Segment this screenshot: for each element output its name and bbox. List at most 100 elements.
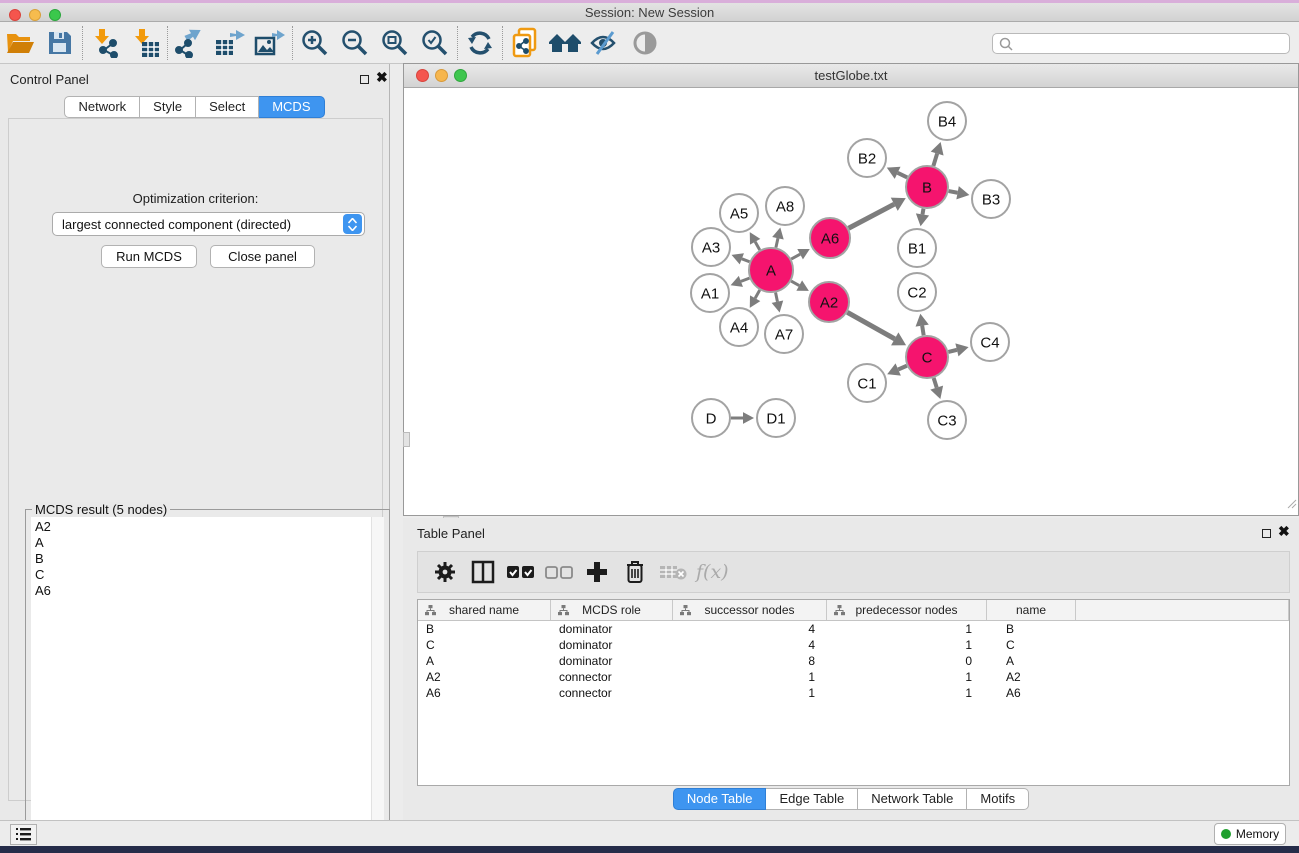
- edge-A2-C[interactable]: [847, 312, 894, 339]
- edge-C-C1[interactable]: [898, 366, 907, 370]
- import-network-icon[interactable]: [85, 25, 125, 61]
- table-row[interactable]: A6connector11A6: [418, 685, 1289, 701]
- tab-motifs[interactable]: Motifs: [967, 788, 1029, 810]
- memory-button[interactable]: Memory: [1214, 823, 1286, 845]
- edge-arrowhead: [743, 412, 754, 424]
- edge-B-B1[interactable]: [923, 209, 924, 215]
- deselect-all-icon[interactable]: [540, 555, 578, 589]
- minimize-network-window-button[interactable]: [435, 69, 448, 82]
- result-list-scrollbar[interactable]: [371, 517, 384, 846]
- edge-A-A7[interactable]: [776, 293, 778, 302]
- column-header-successor-nodes[interactable]: successor nodes: [673, 600, 827, 620]
- edge-C-C2[interactable]: [922, 326, 923, 336]
- hide-selected-icon[interactable]: [585, 25, 625, 61]
- edge-A-A8[interactable]: [776, 238, 778, 247]
- result-item[interactable]: C: [35, 567, 384, 583]
- tab-select[interactable]: Select: [196, 96, 259, 118]
- close-window-button[interactable]: [9, 9, 21, 21]
- result-item[interactable]: A: [35, 535, 384, 551]
- float-panel-icon[interactable]: [360, 75, 369, 84]
- edge-A-A2[interactable]: [791, 281, 799, 285]
- tab-mcds[interactable]: MCDS: [259, 96, 324, 118]
- show-panels-button[interactable]: [10, 824, 37, 845]
- run-mcds-button[interactable]: Run MCDS: [101, 245, 197, 268]
- table-row[interactable]: Cdominator41C: [418, 637, 1289, 653]
- search-input[interactable]: [1014, 37, 1289, 51]
- criterion-dropdown[interactable]: largest connected component (directed): [52, 212, 365, 236]
- network-window-titlebar[interactable]: testGlobe.txt: [404, 64, 1298, 88]
- edge-A-A4[interactable]: [755, 290, 760, 298]
- close-panel-button[interactable]: Close panel: [210, 245, 315, 268]
- show-columns-icon[interactable]: [464, 555, 502, 589]
- tab-network[interactable]: Network: [64, 96, 140, 118]
- close-table-panel-icon[interactable]: ✖: [1278, 523, 1290, 540]
- delete-column-icon[interactable]: [616, 555, 654, 589]
- zoom-network-window-button[interactable]: [454, 69, 467, 82]
- column-header-MCDS-role[interactable]: MCDS role: [551, 600, 673, 620]
- node-table[interactable]: shared nameMCDS rolesuccessor nodesprede…: [417, 599, 1290, 786]
- column-header-predecessor-nodes[interactable]: predecessor nodes: [827, 600, 987, 620]
- node-label-C4: C4: [980, 334, 999, 351]
- edge-C-C3[interactable]: [934, 378, 937, 388]
- optimization-criterion-label: Optimization criterion:: [9, 191, 382, 206]
- edge-B-B4[interactable]: [933, 154, 937, 166]
- function-builder-icon[interactable]: f(x): [692, 561, 729, 583]
- edge-B-B3[interactable]: [949, 191, 958, 193]
- edge-A-A5[interactable]: [755, 242, 760, 250]
- edge-A-A3[interactable]: [742, 259, 750, 262]
- apply-layout-icon[interactable]: [460, 25, 500, 61]
- network-canvas[interactable]: B4B2BB3A8A5A6A3B1AA1C2A2A4A7C4CC1C3DD1: [404, 89, 1298, 515]
- column-header-empty[interactable]: [1076, 600, 1289, 620]
- main-toolbar: [0, 22, 1299, 64]
- resize-corner-icon[interactable]: [1285, 496, 1297, 514]
- result-item[interactable]: B: [35, 551, 384, 567]
- zoom-in-icon[interactable]: [295, 25, 335, 61]
- export-image-icon[interactable]: [250, 25, 290, 61]
- edge-C-C4[interactable]: [948, 350, 957, 352]
- search-field[interactable]: [992, 33, 1290, 54]
- result-item[interactable]: A2: [35, 519, 384, 535]
- memory-label: Memory: [1236, 827, 1279, 841]
- edge-A6-B[interactable]: [849, 204, 895, 228]
- select-all-icon[interactable]: [502, 555, 540, 589]
- float-table-panel-icon[interactable]: [1262, 529, 1271, 538]
- new-network-from-selection-icon[interactable]: [505, 25, 545, 61]
- minimize-window-button[interactable]: [29, 9, 41, 21]
- zoom-selected-icon[interactable]: [415, 25, 455, 61]
- tab-edge-table[interactable]: Edge Table: [766, 788, 858, 810]
- table-row[interactable]: A2connector11A2: [418, 669, 1289, 685]
- table-row[interactable]: Adominator80A: [418, 653, 1289, 669]
- zoom-fit-icon[interactable]: [375, 25, 415, 61]
- zoom-window-button[interactable]: [49, 9, 61, 21]
- column-header-name[interactable]: name: [987, 600, 1076, 620]
- tab-style[interactable]: Style: [140, 96, 196, 118]
- tab-network-table[interactable]: Network Table: [858, 788, 967, 810]
- table-cell: A6: [987, 686, 1076, 700]
- zoom-out-icon[interactable]: [335, 25, 375, 61]
- import-table-icon[interactable]: [125, 25, 165, 61]
- tab-node-table[interactable]: Node Table: [673, 788, 767, 810]
- add-column-icon[interactable]: [578, 555, 616, 589]
- table-row[interactable]: Bdominator41B: [418, 621, 1289, 637]
- network-graph[interactable]: B4B2BB3A8A5A6A3B1AA1C2A2A4A7C4CC1C3DD1: [404, 89, 1298, 515]
- edge-A-A1[interactable]: [741, 278, 750, 281]
- node-label-C2: C2: [907, 284, 926, 301]
- export-network-icon[interactable]: [170, 25, 210, 61]
- divider-grip[interactable]: [403, 432, 410, 447]
- column-header-shared-name[interactable]: shared name: [418, 600, 551, 620]
- table-cell: 0: [827, 654, 987, 668]
- save-session-icon[interactable]: [40, 25, 80, 61]
- open-file-icon[interactable]: [0, 25, 40, 61]
- first-neighbors-icon[interactable]: [545, 25, 585, 61]
- mcds-result-list[interactable]: A2ABCA6: [31, 517, 384, 846]
- table-cell: A2: [418, 670, 551, 684]
- edge-A-A6[interactable]: [791, 254, 800, 259]
- show-all-icon[interactable]: [625, 25, 665, 61]
- close-panel-icon[interactable]: ✖: [376, 69, 388, 86]
- edge-B-B2[interactable]: [898, 173, 908, 178]
- result-item[interactable]: A6: [35, 583, 384, 599]
- delete-table-icon[interactable]: [654, 555, 692, 589]
- close-network-window-button[interactable]: [416, 69, 429, 82]
- export-table-icon[interactable]: [210, 25, 250, 61]
- table-settings-icon[interactable]: [426, 555, 464, 589]
